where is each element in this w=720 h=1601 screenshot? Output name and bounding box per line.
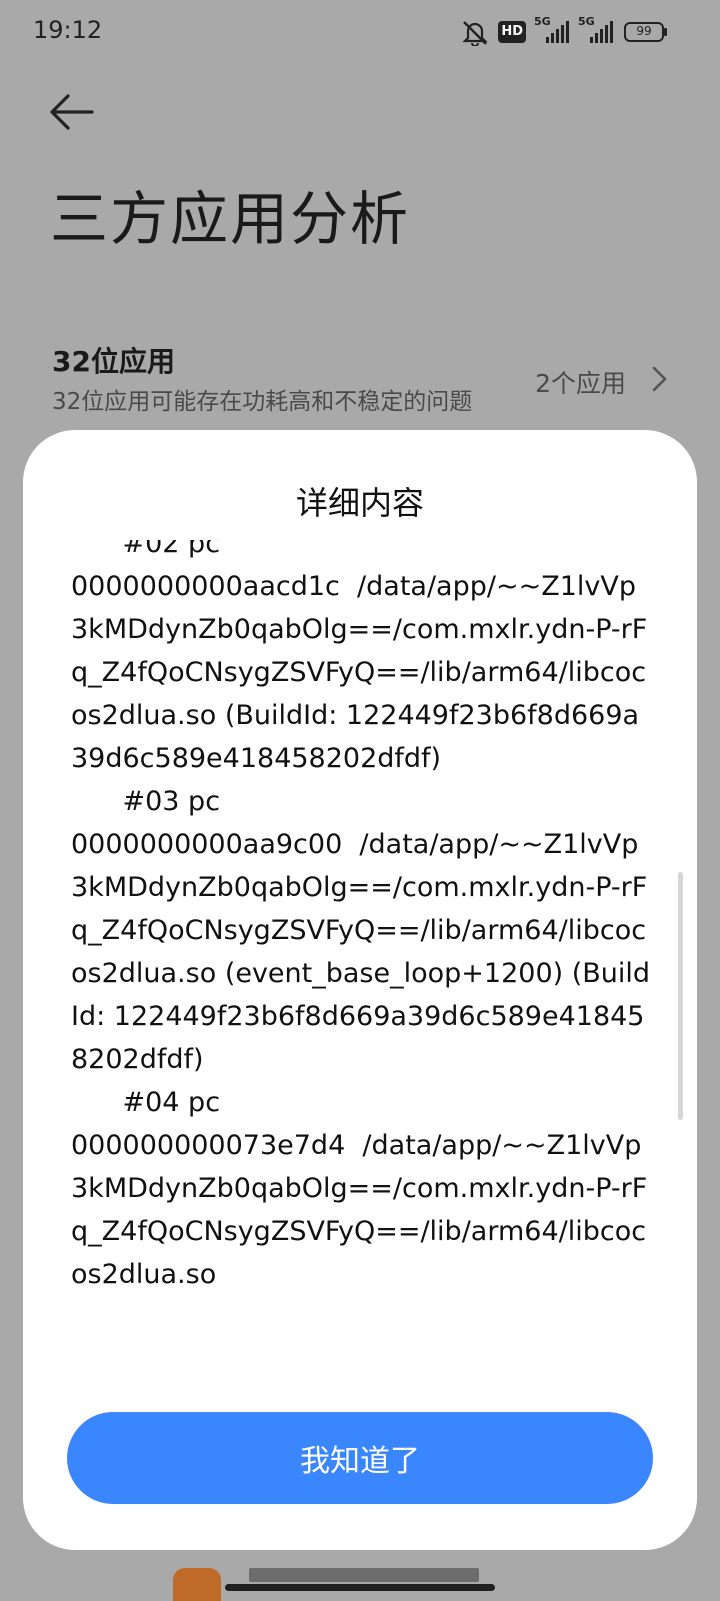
- status-bar: 19:12 HD 5G 5G 99: [0, 0, 720, 64]
- mute-icon: [460, 18, 490, 46]
- scrollbar[interactable]: [678, 872, 683, 1120]
- details-dialog: 详细内容 #02 pc 0000000000aacd1c /data/app/~…: [23, 430, 697, 1550]
- list-item-32bit-apps[interactable]: 32位应用 32位应用可能存在功耗高和不稳定的问题 2个应用: [52, 340, 672, 420]
- status-icons: HD 5G 5G 99: [460, 15, 668, 46]
- back-arrow-icon: [50, 94, 94, 130]
- chevron-right-icon: [646, 364, 672, 394]
- battery-level: 99: [636, 24, 652, 38]
- confirm-button[interactable]: 我知道了: [67, 1412, 653, 1504]
- page-title: 三方应用分析: [50, 185, 411, 253]
- signal-icon: 5G: [534, 15, 570, 45]
- back-button[interactable]: [48, 88, 100, 136]
- row-subtitle: 32位应用可能存在功耗高和不稳定的问题: [52, 389, 473, 415]
- battery-icon: 99: [624, 21, 668, 43]
- dialog-content-scroll[interactable]: #02 pc 0000000000aacd1c /data/app/~~Z1lv…: [71, 540, 653, 1400]
- dialog-title: 详细内容: [295, 484, 424, 522]
- home-indicator[interactable]: [225, 1584, 495, 1591]
- row-title: 32位应用: [52, 345, 175, 378]
- hd-badge: HD: [498, 21, 526, 43]
- row-value: 2个应用: [535, 369, 626, 398]
- list-item-label-peek: [249, 1568, 479, 1582]
- app-icon: [173, 1568, 221, 1601]
- status-time: 19:12: [33, 16, 103, 44]
- signal-icon: 5G: [578, 15, 616, 45]
- crash-log-text: #02 pc 0000000000aacd1c /data/app/~~Z1lv…: [71, 540, 651, 1290]
